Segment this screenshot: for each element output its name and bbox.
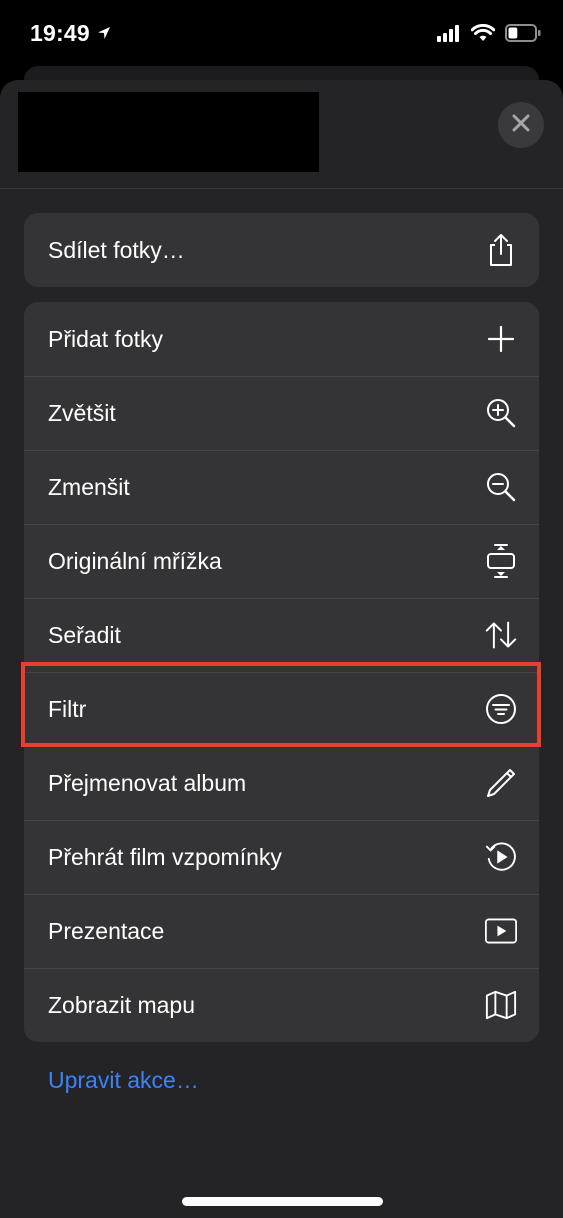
header-divider <box>0 188 563 189</box>
menu-item-share-photos[interactable]: Sdílet fotky… <box>24 213 539 287</box>
sort-arrows-icon <box>485 619 517 651</box>
pencil-icon <box>485 767 517 799</box>
share-icon <box>485 234 517 266</box>
plus-icon <box>485 323 517 355</box>
menu-item-filter[interactable]: Filtr <box>24 672 539 746</box>
status-time: 19:49 <box>30 20 90 46</box>
wifi-icon <box>470 23 496 47</box>
battery-icon <box>505 24 541 47</box>
zoom-in-icon <box>485 397 517 429</box>
menu-item-play-memory-movie[interactable]: Přehrát film vzpomínky <box>24 820 539 894</box>
menu-item-label: Zmenšit <box>48 473 130 500</box>
home-indicator[interactable] <box>182 1197 383 1206</box>
menu-item-label: Přidat fotky <box>48 325 164 352</box>
aspect-ratio-icon <box>485 544 517 578</box>
menu-item-sort[interactable]: Seřadit <box>24 598 539 672</box>
status-icons <box>437 23 541 47</box>
sheet-header <box>0 80 563 188</box>
menu-item-show-map[interactable]: Zobrazit mapu <box>24 968 539 1042</box>
menu-item-original-grid[interactable]: Originální mřížka <box>24 524 539 598</box>
memory-replay-icon <box>485 841 517 873</box>
close-button[interactable] <box>498 102 544 148</box>
zoom-out-icon <box>485 471 517 503</box>
status-time-group: 19:49 <box>30 20 112 47</box>
status-bar: 19:49 <box>0 0 563 66</box>
slideshow-play-icon <box>485 915 517 947</box>
menu-item-add-photos[interactable]: Přidat fotky <box>24 302 539 376</box>
map-icon <box>485 989 517 1021</box>
location-arrow-icon <box>96 20 112 47</box>
menu-item-label: Prezentace <box>48 917 165 944</box>
menu-item-label: Filtr <box>48 695 87 722</box>
menu-item-label: Přehrát film vzpomínky <box>48 843 282 870</box>
filter-icon <box>485 693 517 725</box>
menu-item-label: Sdílet fotky… <box>48 236 185 263</box>
edit-actions-link[interactable]: Upravit akce… <box>48 1067 199 1094</box>
menu-item-label: Zobrazit mapu <box>48 991 196 1018</box>
menu-item-rename-album[interactable]: Přejmenovat album <box>24 746 539 820</box>
action-sheet: Sdílet fotky… Přidat fotky Zvětšit Zmenš… <box>0 80 563 1218</box>
screen: 19:49 Sdílet fotky… Přidat fotky Zvětšit… <box>0 0 563 1218</box>
redacted-album-title <box>18 92 319 172</box>
close-icon <box>512 114 530 137</box>
cellular-signal-icon <box>437 24 461 47</box>
menu-item-label: Přejmenovat album <box>48 769 247 796</box>
menu-item-slideshow[interactable]: Prezentace <box>24 894 539 968</box>
menu-item-label: Zvětšit <box>48 399 116 426</box>
actions-group: Přidat fotky Zvětšit Zmenšit Originální … <box>24 302 539 1042</box>
menu-item-zoom-out[interactable]: Zmenšit <box>24 450 539 524</box>
menu-item-zoom-in[interactable]: Zvětšit <box>24 376 539 450</box>
menu-item-label: Originální mřížka <box>48 547 222 574</box>
share-group: Sdílet fotky… <box>24 213 539 287</box>
menu-item-label: Seřadit <box>48 621 121 648</box>
